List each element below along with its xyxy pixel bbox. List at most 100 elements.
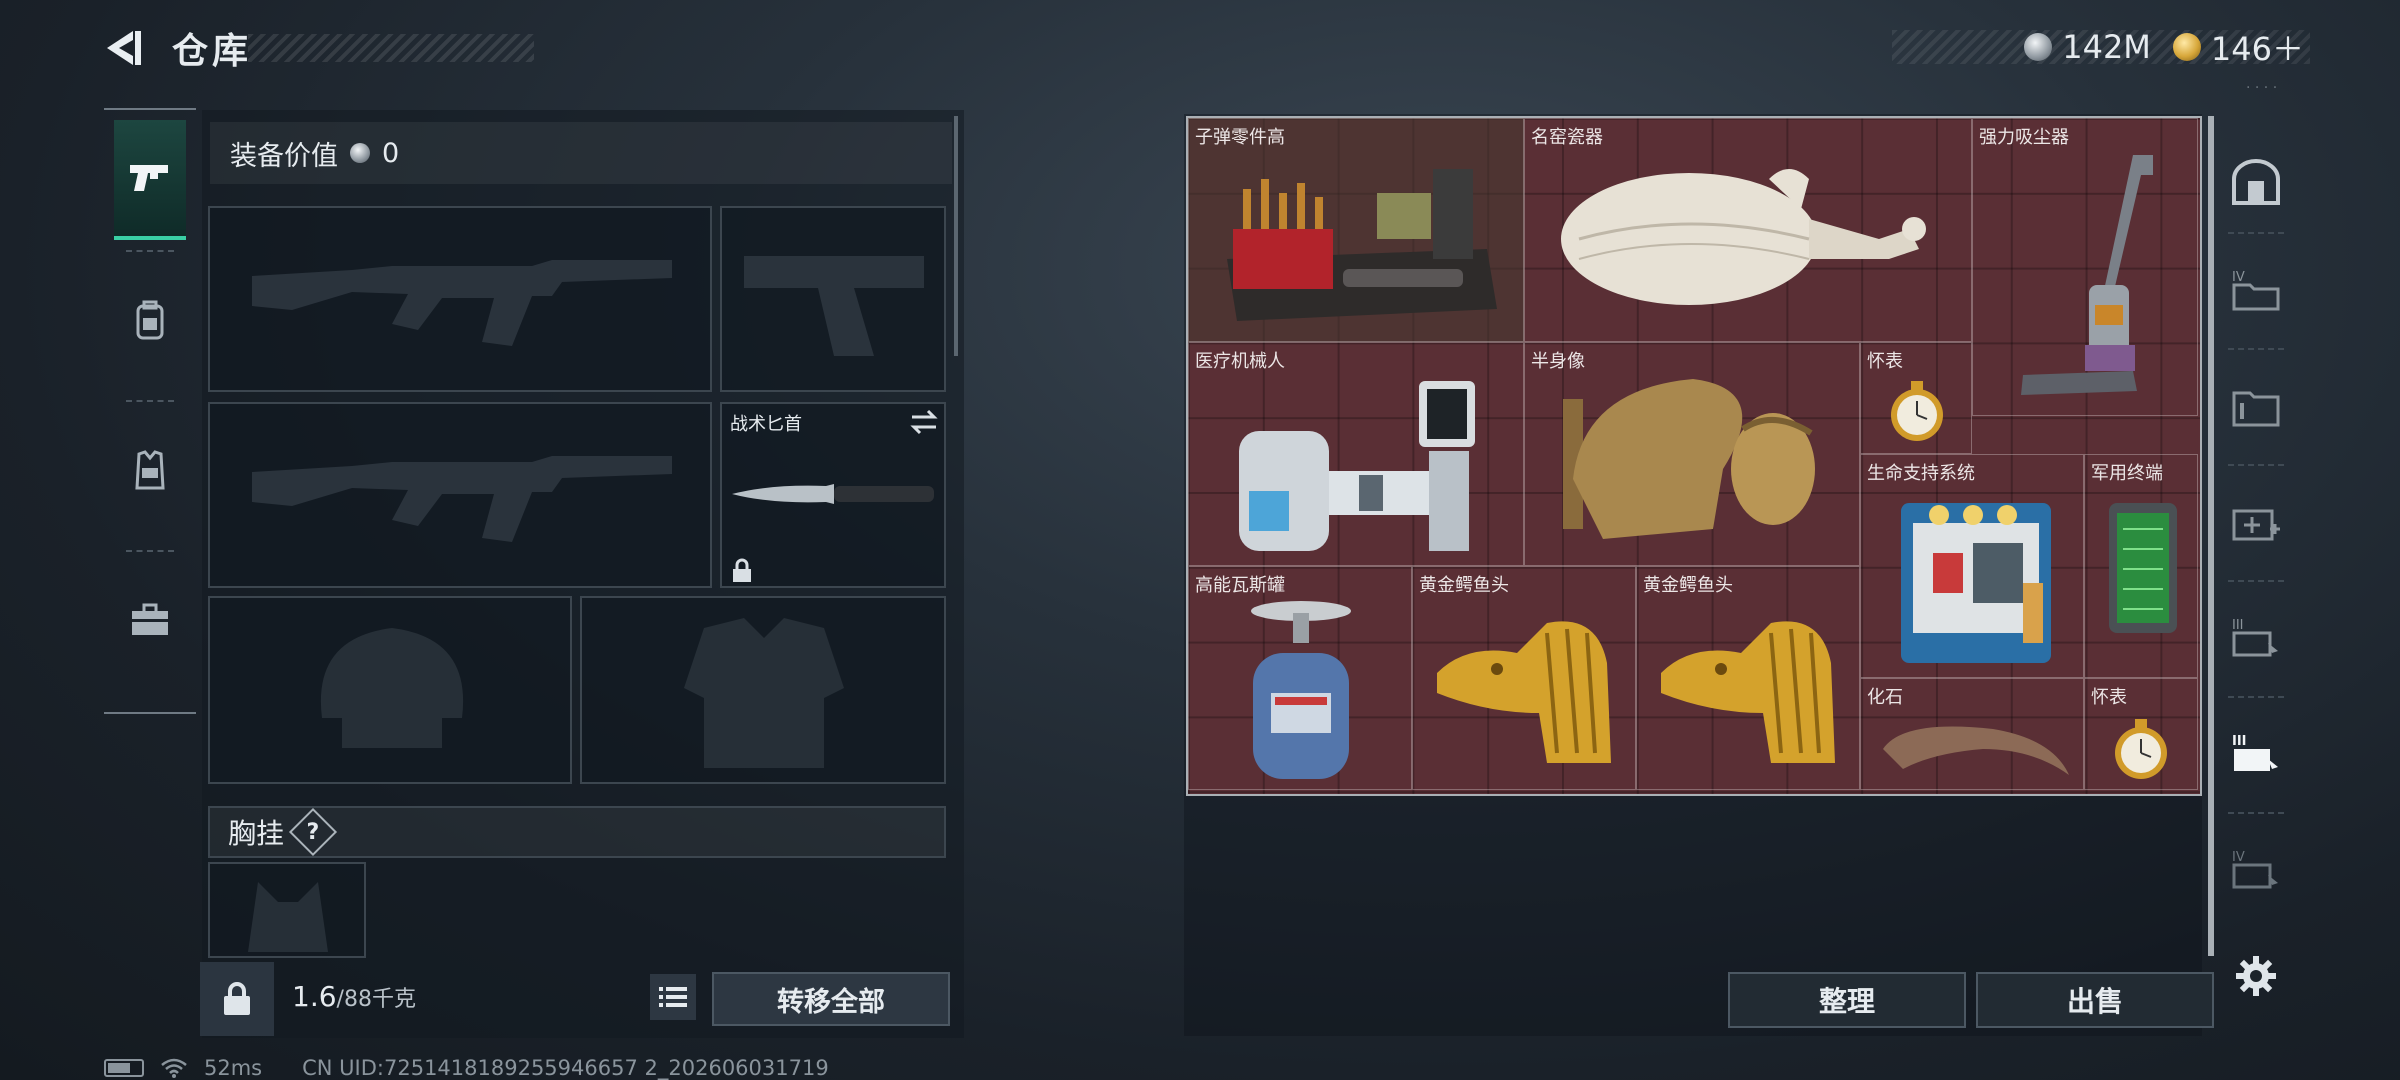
equip-value-bar: 装备价值 0	[210, 122, 952, 184]
military-terminal-icon	[2109, 503, 2177, 633]
medical-robot-icon	[1239, 381, 1475, 551]
item-medical-robot[interactable]: 医疗机械人	[1188, 342, 1524, 566]
equip-value: 0	[382, 137, 400, 169]
lock-button[interactable]	[200, 962, 274, 1036]
silver-coin-icon	[350, 143, 370, 163]
swap-icon[interactable]	[908, 408, 940, 436]
gas-canister-icon	[1251, 601, 1351, 779]
armor-slot[interactable]	[580, 596, 946, 784]
item-military-terminal[interactable]: 军用终端	[2084, 454, 2198, 678]
list-view-button[interactable]	[650, 974, 696, 1020]
chest-rig-header: 胸挂 ?	[208, 806, 946, 858]
wifi-icon	[161, 1058, 187, 1078]
weight-current: 1.6	[292, 980, 337, 1013]
gold-coin-icon	[2172, 33, 2201, 61]
settings-button[interactable]	[2220, 928, 2292, 1024]
currency-silver[interactable]: 142M	[2024, 28, 2151, 66]
padlock-icon	[224, 982, 250, 1015]
pocket-watch-icon	[1891, 381, 1943, 441]
page-title: 仓库	[172, 31, 253, 72]
backpack-icon	[136, 300, 164, 340]
rifle-silhouette-icon	[252, 260, 672, 346]
tab-storage-3[interactable]: III	[2220, 590, 2292, 686]
svg-text:IV: IV	[2232, 270, 2245, 285]
primary-weapon-slot-1[interactable]	[208, 206, 712, 392]
tab-weapons[interactable]	[114, 120, 186, 240]
lock-icon	[733, 558, 751, 582]
corner-mark: · · · ·	[2246, 80, 2278, 96]
carry-weight: 1.6/88千克	[292, 980, 416, 1013]
helmet-silhouette-icon	[320, 628, 464, 748]
folder-stack-icon: IV	[2232, 270, 2280, 311]
item-fossil[interactable]: 化石	[1860, 678, 2084, 790]
helmet-slot[interactable]	[208, 596, 572, 784]
briefcase-icon	[132, 603, 168, 635]
sort-button[interactable]: 整理	[1728, 972, 1966, 1028]
folder-icon	[2232, 391, 2280, 427]
item-life-support[interactable]: 生命支持系统	[1860, 454, 2084, 678]
tab-backpack[interactable]	[114, 260, 186, 380]
tab-vest[interactable]	[114, 410, 186, 530]
chest-rig-label: 胸挂	[228, 817, 285, 850]
storage-II-icon: III	[2232, 734, 2278, 771]
svg-text:III: III	[2232, 618, 2244, 633]
battery-icon	[104, 1059, 144, 1077]
title-decoration	[248, 34, 534, 62]
uid-text: CN UID:7251418189255946657 2_20260603171…	[302, 1056, 829, 1080]
back-arrow-icon	[107, 31, 141, 65]
primary-weapon-slot-2[interactable]	[208, 402, 712, 588]
pistol-icon	[130, 165, 168, 191]
list-icon	[659, 987, 687, 1007]
silver-coin-icon	[2024, 33, 2053, 61]
left-tab-column	[104, 108, 196, 714]
storage-IV-icon: IV	[2232, 850, 2278, 889]
armor-silhouette-icon	[684, 618, 844, 768]
ammo-parts-box-icon	[1227, 169, 1497, 321]
item-porcelain[interactable]: 名窑瓷器	[1524, 118, 1972, 342]
chest-rig-slot[interactable]	[208, 862, 366, 958]
tab-storage-folder[interactable]	[2220, 358, 2292, 454]
chest-rig-silhouette-icon	[248, 882, 328, 952]
transfer-all-button[interactable]: 转移全部	[712, 972, 950, 1026]
ping-text: 52ms	[204, 1056, 263, 1080]
tab-medical[interactable]	[2220, 474, 2292, 570]
item-gas-canister[interactable]: 高能瓦斯罐	[1188, 566, 1412, 790]
item-golden-croc-head-2[interactable]: 黄金鳄鱼头	[1636, 566, 1860, 790]
status-bar: 52ms CN UID:7251418189255946657 2_202606…	[104, 1056, 829, 1080]
rifle-silhouette-icon	[252, 456, 672, 542]
knife-label: 战术匕首	[730, 414, 802, 435]
porcelain-vase-icon	[1561, 169, 1926, 305]
golden-crocodile-head-icon	[1661, 621, 1835, 763]
help-icon[interactable]: ?	[288, 807, 338, 857]
bust-statue-icon	[1563, 379, 1815, 539]
tab-safe-box[interactable]	[2220, 134, 2292, 230]
equip-value-label: 装备价值	[230, 140, 338, 172]
svg-text:IV: IV	[2232, 850, 2245, 865]
sell-button[interactable]: 出售	[1976, 972, 2214, 1028]
gold-amount: 146＋	[2210, 30, 2304, 68]
item-bullet-parts[interactable]: 子弹零件高	[1188, 118, 1524, 342]
tab-storage-4b[interactable]: IV	[2220, 822, 2292, 918]
container-grid: 子弹零件高 名窑瓷器 强力吸尘器 医疗机械人 半身像 怀表 生命支持系统 军用终…	[1186, 116, 2202, 796]
golden-crocodile-head-icon	[1437, 621, 1611, 763]
item-pocket-watch[interactable]: 怀表	[1860, 342, 1972, 454]
medkit-icon	[2232, 509, 2280, 541]
tab-case[interactable]	[114, 560, 186, 680]
back-button[interactable]	[100, 26, 150, 70]
fossil-claw-icon	[1883, 726, 2069, 775]
svg-text:III: III	[2232, 734, 2247, 749]
tab-storage-2-active[interactable]: III	[2220, 706, 2292, 802]
item-vacuum[interactable]: 强力吸尘器	[1972, 118, 2198, 416]
currency-gold[interactable]: 146＋	[2172, 24, 2304, 70]
loadout-scrollbar[interactable]	[954, 116, 958, 356]
gear-icon	[2236, 956, 2276, 996]
knife-slot[interactable]: 战术匕首	[720, 402, 946, 588]
tab-storage-4[interactable]: IV	[2220, 242, 2292, 338]
item-golden-croc-head-1[interactable]: 黄金鳄鱼头	[1412, 566, 1636, 790]
combat-knife-icon	[732, 484, 934, 504]
pistol-slot[interactable]	[720, 206, 946, 392]
item-bust[interactable]: 半身像	[1524, 342, 1860, 566]
life-support-device-icon	[1901, 503, 2051, 663]
item-pocket-watch-2[interactable]: 怀表	[2084, 678, 2198, 790]
pistol-silhouette-icon	[744, 256, 924, 356]
